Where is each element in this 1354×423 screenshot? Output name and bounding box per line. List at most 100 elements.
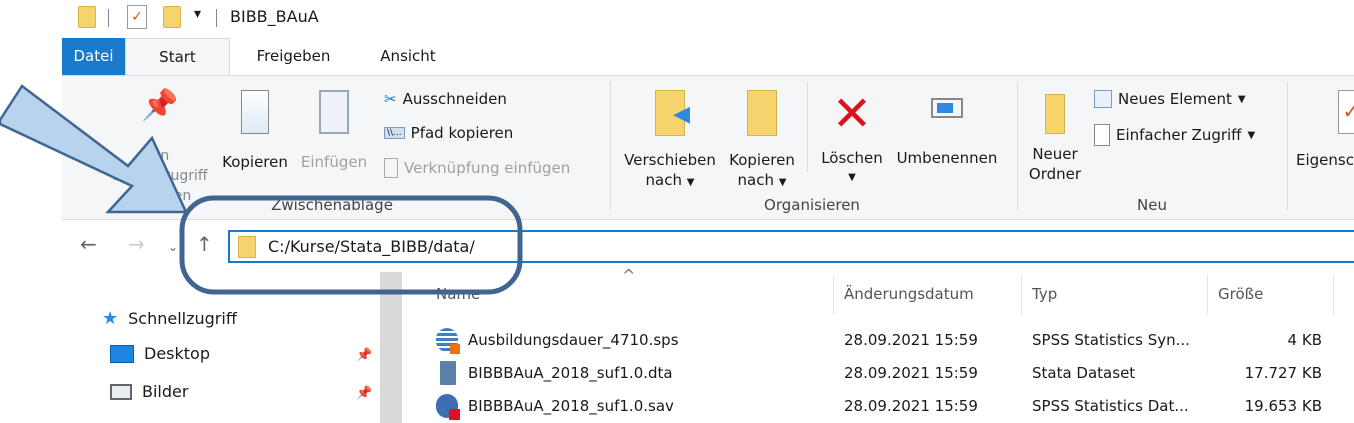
pictures-icon — [110, 383, 132, 400]
column-header-name[interactable]: Name — [436, 285, 480, 305]
column-header-type[interactable]: Typ — [1032, 285, 1057, 305]
file-date: 28.09.2021 15:59 — [844, 364, 978, 382]
delete-button[interactable]: ✕ Löschen ▼ — [814, 86, 890, 188]
new-item-button[interactable]: Neues Element ▼ — [1094, 90, 1246, 108]
navigation-pane-scrollbar[interactable] — [380, 272, 402, 423]
sidebar-item-label: Schnellzugriff — [128, 309, 237, 328]
file-date: 28.09.2021 15:59 — [844, 331, 978, 349]
cut-label: Ausschneiden — [402, 90, 507, 108]
group-label-organize: Organisieren — [764, 196, 860, 214]
paste-shortcut-label: Verknüpfung einfügen — [404, 159, 571, 177]
tab-freigeben[interactable]: Freigeben — [236, 38, 351, 75]
navigation-pane: ★ Schnellzugriff Desktop Bilder 📌 📌 — [0, 272, 380, 423]
properties-label: Eigenschaften — [1296, 151, 1354, 169]
move-to-label-2: nach — [645, 171, 682, 189]
paste-shortcut-button[interactable]: Verknüpfung einfügen — [384, 158, 570, 178]
copy-to-button[interactable]: Kopieren nach ▼ — [722, 90, 802, 193]
dropdown-arrow-icon: ▼ — [1247, 129, 1256, 141]
spss-data-file-icon — [436, 394, 460, 420]
move-to-button[interactable]: ◀ Verschieben nach ▼ — [618, 90, 722, 193]
group-label-new: Neu — [1137, 196, 1167, 214]
back-arrow-icon[interactable]: ← — [80, 232, 97, 256]
ribbon: 📌 An Schnellzugriff anheften Kopieren Ei… — [62, 75, 1354, 220]
paste-button[interactable]: Einfügen — [294, 90, 374, 172]
desktop-icon — [110, 344, 134, 363]
forward-arrow-icon[interactable]: → — [128, 232, 145, 256]
move-to-icon: ◀ — [655, 90, 690, 136]
copy-to-label-2: nach — [737, 171, 774, 189]
file-size: 17.727 KB — [1244, 364, 1322, 382]
sidebar-item-label: Bilder — [142, 382, 189, 401]
rename-button[interactable]: Umbenennen — [890, 90, 1004, 168]
file-name: BIBBBAuA_2018_suf1.0.dta — [468, 364, 673, 382]
copy-path-button[interactable]: \\... Pfad kopieren — [384, 124, 513, 142]
new-folder-label-2: Ordner — [1028, 165, 1082, 183]
divider — [610, 82, 611, 210]
pin-quick-access-button[interactable]: 📌 An Schnellzugriff anheften — [110, 88, 210, 206]
file-row[interactable]: Ausbildungsdauer_4710.sps 28.09.2021 15:… — [436, 326, 1336, 356]
spss-syntax-file-icon — [436, 328, 460, 354]
ribbon-tabs: Datei Start Freigeben Ansicht — [0, 38, 1354, 75]
properties-button[interactable]: ✓ Eigenschaften — [1296, 90, 1354, 170]
divider — [1287, 82, 1288, 210]
new-folder-label: Neuer — [1032, 145, 1078, 163]
divider — [108, 9, 109, 27]
delete-label: Löschen — [821, 149, 883, 167]
stata-file-icon — [440, 361, 456, 385]
up-arrow-icon[interactable]: ↑ — [196, 232, 213, 256]
tab-datei[interactable]: Datei — [62, 38, 125, 75]
divider — [833, 275, 834, 315]
path-icon: \\... — [384, 127, 405, 139]
recent-locations-chevron-icon[interactable]: ⌄ — [168, 240, 178, 254]
rename-label: Umbenennen — [896, 149, 998, 167]
file-type: SPSS Statistics Syn... — [1032, 331, 1190, 349]
star-icon: ★ — [102, 308, 119, 329]
tab-start[interactable]: Start — [125, 38, 230, 75]
tab-ansicht[interactable]: Ansicht — [358, 38, 458, 75]
new-folder-quick-icon[interactable] — [163, 6, 181, 28]
folder-icon — [238, 235, 256, 258]
easy-access-icon — [1094, 124, 1110, 146]
pin-icon[interactable]: 📌 — [356, 386, 372, 401]
sidebar-item-schnellzugriff[interactable]: ★ Schnellzugriff — [102, 308, 237, 329]
rename-icon — [931, 98, 963, 118]
dropdown-arrow-icon: ▼ — [778, 177, 787, 188]
pin-label: An Schnellzugriff anheften — [112, 148, 208, 204]
properties-icon: ✓ — [1338, 90, 1354, 134]
file-row[interactable]: BIBBBAuA_2018_suf1.0.dta 28.09.2021 15:5… — [436, 359, 1336, 389]
window-title: BIBB_BAuA — [230, 7, 319, 26]
divider — [807, 82, 808, 172]
file-row[interactable]: BIBBBAuA_2018_suf1.0.sav 28.09.2021 15:5… — [436, 392, 1336, 422]
file-type: SPSS Statistics Dat... — [1032, 397, 1189, 415]
move-to-label: Verschieben — [624, 151, 716, 169]
sidebar-item-label: Desktop — [144, 344, 210, 363]
group-label-clipboard: Zwischenablage — [271, 196, 393, 214]
file-type: Stata Dataset — [1032, 364, 1136, 382]
dropdown-arrow-icon: ▼ — [1237, 93, 1246, 105]
pin-icon: 📌 — [141, 88, 179, 123]
file-name: BIBBBAuA_2018_suf1.0.sav — [468, 397, 674, 415]
sidebar-item-desktop[interactable]: Desktop — [110, 344, 210, 363]
paste-label: Einfügen — [300, 153, 368, 171]
shortcut-icon — [384, 158, 398, 178]
cut-button[interactable]: ✂ Ausschneiden — [384, 90, 507, 108]
sidebar-item-bilder[interactable]: Bilder — [110, 382, 188, 401]
properties-quick-icon[interactable]: ✓ — [127, 5, 147, 29]
folder-icon — [78, 6, 96, 28]
column-header-date[interactable]: Änderungsdatum — [844, 285, 974, 305]
address-bar[interactable]: C:/Kurse/Stata_BIBB/data/ — [228, 230, 1354, 263]
file-size: 19.653 KB — [1244, 397, 1322, 415]
divider — [216, 9, 217, 27]
easy-access-button[interactable]: Einfacher Zugriff ▼ — [1094, 124, 1255, 146]
new-folder-button[interactable]: Neuer Ordner — [1024, 94, 1086, 184]
column-header-size[interactable]: Größe — [1218, 285, 1263, 305]
divider — [1021, 275, 1022, 315]
address-path[interactable]: C:/Kurse/Stata_BIBB/data/ — [268, 237, 475, 256]
pin-icon[interactable]: 📌 — [356, 348, 372, 363]
customize-quick-access-icon[interactable]: ▾ — [194, 6, 201, 22]
copy-button[interactable]: Kopieren — [217, 90, 293, 172]
file-size: 4 KB — [1287, 331, 1322, 349]
dropdown-arrow-icon: ▼ — [848, 172, 856, 183]
paste-icon — [319, 90, 349, 134]
delete-x-icon: ✕ — [831, 86, 873, 142]
